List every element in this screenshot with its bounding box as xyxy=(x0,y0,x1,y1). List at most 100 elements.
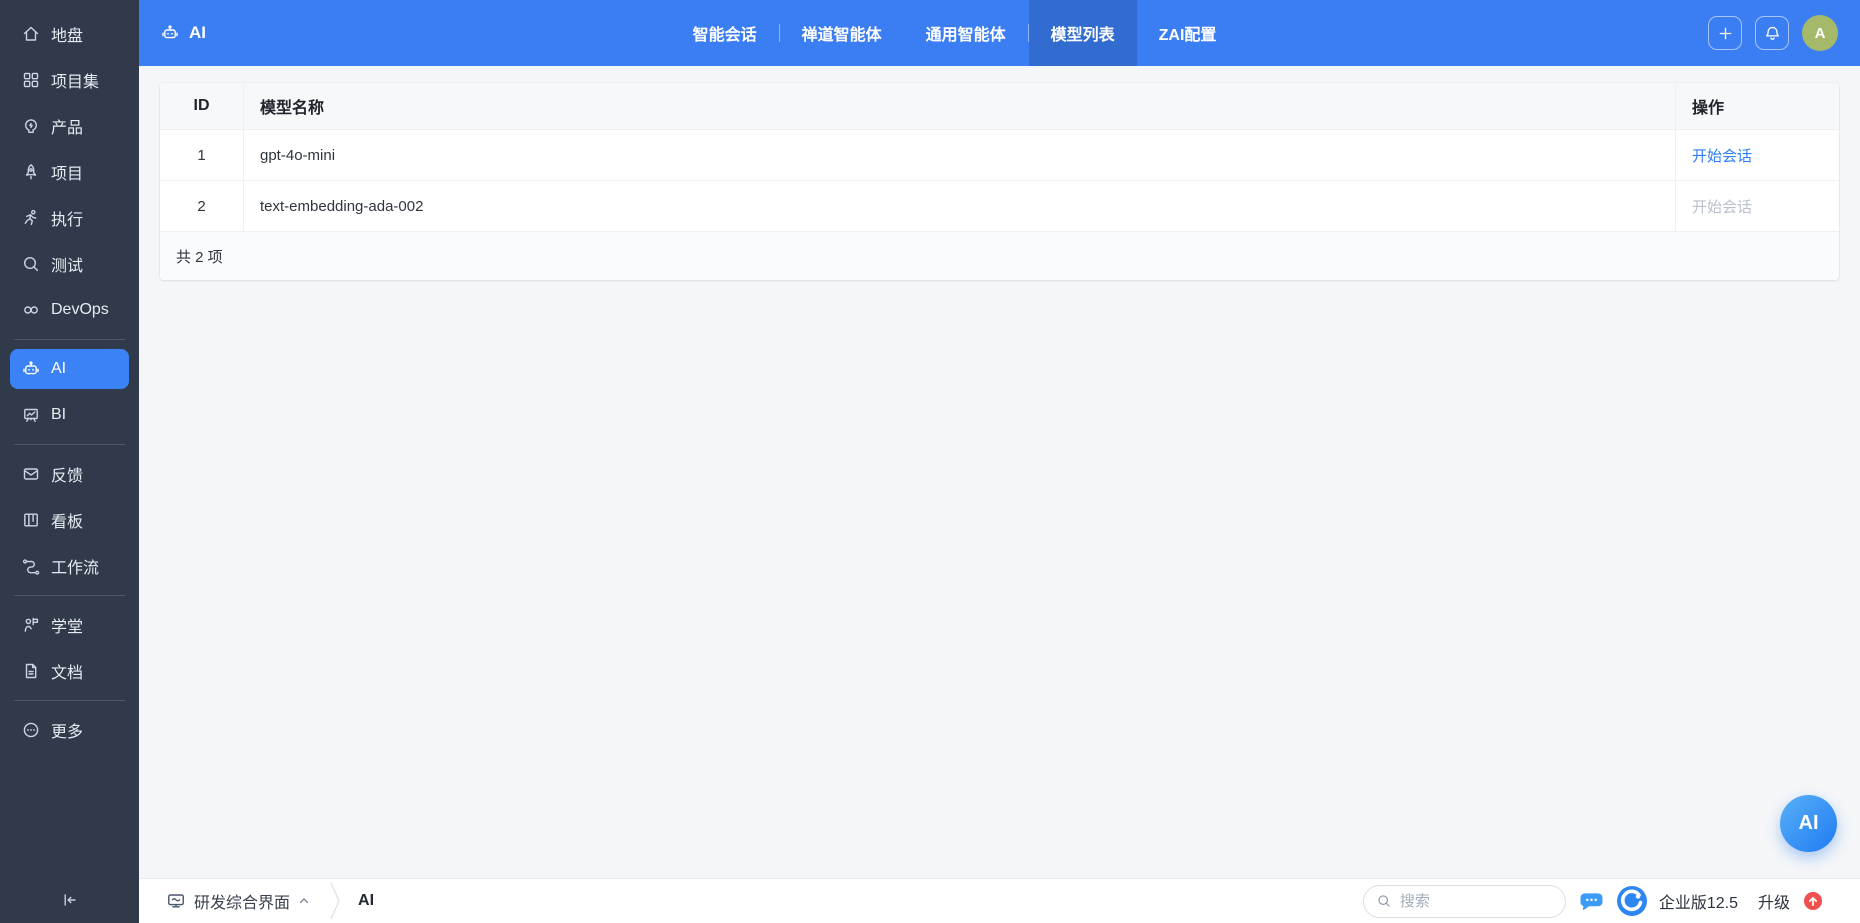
workflow-icon xyxy=(21,556,41,576)
ai-assistant-fab[interactable]: AI xyxy=(1780,795,1837,852)
avatar-letter: A xyxy=(1814,24,1826,42)
robot-icon xyxy=(21,359,41,379)
magnifier-icon xyxy=(21,254,41,274)
tab-zentao-agent[interactable]: 禅道智能体 xyxy=(780,0,904,66)
cell-id: 2 xyxy=(160,181,244,231)
workspace-switcher[interactable]: 研发综合界面 xyxy=(166,889,310,913)
tab-label: 智能会话 xyxy=(692,27,757,44)
tab-label: ZAI配置 xyxy=(1158,27,1217,44)
sidebar-item-bi[interactable]: BI xyxy=(10,395,129,435)
start-chat-link: 开始会话 xyxy=(1692,198,1753,216)
zentao-logo-icon[interactable] xyxy=(1616,886,1647,916)
doc-icon xyxy=(21,661,41,681)
monitor-icon xyxy=(166,891,186,911)
school-icon xyxy=(21,615,41,635)
start-chat-link[interactable]: 开始会话 xyxy=(1692,145,1752,166)
model-table-card: ID 模型名称 操作 1 gpt-4o-mini 开始会话 2 text-embeddi… xyxy=(160,83,1839,280)
cell-model-name: text-embedding-ada-002 xyxy=(260,197,424,215)
header-actions: A xyxy=(1708,15,1838,51)
search-box xyxy=(1362,884,1566,918)
sidebar-item-label: 测试 xyxy=(51,258,84,275)
breadcrumb-divider-icon xyxy=(329,879,341,923)
chevron-up-icon xyxy=(298,895,310,907)
table-header-row: ID 模型名称 操作 xyxy=(160,83,1839,130)
main-column: AI 智能会话 禅道智能体 通用智能体 模型列表 ZAI配置 A ID 模型名称 xyxy=(139,0,1860,923)
bottom-bar: 研发综合界面 AI 搜索 企业版12.5 升级 xyxy=(139,878,1860,923)
bottom-bar-right: 企业版12.5 升级 xyxy=(1362,884,1822,918)
sidebar-item-devops[interactable]: DevOps xyxy=(10,290,129,330)
upgrade-link[interactable]: 升级 xyxy=(1758,889,1790,913)
sidebar-item-label: DevOps xyxy=(51,301,109,318)
tab-zai-config[interactable]: ZAI配置 xyxy=(1137,0,1239,66)
sidebar-item-home[interactable]: 地盘 xyxy=(10,14,129,54)
bell-icon xyxy=(1763,24,1782,43)
sidebar-item-label: 工作流 xyxy=(51,560,100,577)
sidebar-item-label: 地盘 xyxy=(51,28,84,45)
sidebar-item-doc[interactable]: 文档 xyxy=(10,651,129,691)
sidebar-item-more[interactable]: 更多 xyxy=(10,710,129,750)
tab-label: 通用智能体 xyxy=(925,27,1006,44)
avatar[interactable]: A xyxy=(1802,15,1838,51)
collapse-icon xyxy=(60,890,80,913)
sidebar-item-label: 反馈 xyxy=(51,468,84,485)
sidebar-item-workflow[interactable]: 工作流 xyxy=(10,546,129,586)
app-title: AI xyxy=(160,23,206,43)
runner-icon xyxy=(21,208,41,228)
sidebar-collapse-button[interactable] xyxy=(0,890,139,913)
sidebar-divider xyxy=(14,595,125,596)
notifications-button[interactable] xyxy=(1755,16,1789,50)
sidebar-item-school[interactable]: 学堂 xyxy=(10,605,129,645)
board-icon xyxy=(21,405,41,425)
search-input[interactable] xyxy=(1399,892,1553,910)
home-icon xyxy=(21,24,41,44)
sidebar-divider xyxy=(14,444,125,445)
cell-model-name: gpt-4o-mini xyxy=(260,146,336,164)
app-title-label: AI xyxy=(189,23,206,42)
plus-icon xyxy=(1716,24,1735,43)
column-header-actions: 操作 xyxy=(1675,83,1839,129)
app-root: 地盘项目集产品项目执行测试 DevOps AI BI 反馈看板工作流学堂文档更多 AI … xyxy=(0,0,1860,923)
sidebar-item-kanban[interactable]: 看板 xyxy=(10,500,129,540)
table-body: 1 gpt-4o-mini 开始会话 2 text-embedding-ada-002 开… xyxy=(160,130,1839,232)
sidebar-item-feedback[interactable]: 反馈 xyxy=(10,454,129,494)
bulb-icon xyxy=(21,116,41,136)
table-row: 1 gpt-4o-mini 开始会话 xyxy=(160,130,1839,181)
sidebar: 地盘项目集产品项目执行测试 DevOps AI BI 反馈看板工作流学堂文档更多 xyxy=(0,0,139,923)
sidebar-item-label: AI xyxy=(51,360,67,377)
cell-action: 开始会话 xyxy=(1675,130,1839,180)
rocket-icon xyxy=(21,162,41,182)
sidebar-item-product[interactable]: 产品 xyxy=(10,106,129,146)
tab-label: 禅道智能体 xyxy=(801,27,882,44)
more-icon xyxy=(21,720,41,740)
sidebar-item-label: 项目 xyxy=(51,166,84,183)
breadcrumb-current[interactable]: AI xyxy=(358,892,374,910)
sidebar-item-ai[interactable]: AI xyxy=(10,349,129,389)
cell-id: 1 xyxy=(160,130,244,180)
chat-bubble-icon[interactable] xyxy=(1580,892,1603,911)
sidebar-item-project[interactable]: 项目 xyxy=(10,152,129,192)
sidebar-item-label: 学堂 xyxy=(51,619,84,636)
tab-model-list[interactable]: 模型列表 xyxy=(1028,0,1137,66)
sidebar-item-qa[interactable]: 测试 xyxy=(10,244,129,284)
robot-icon xyxy=(160,23,180,43)
content-area: ID 模型名称 操作 1 gpt-4o-mini 开始会话 2 text-embeddi… xyxy=(139,66,1860,878)
sidebar-item-label: 产品 xyxy=(51,120,84,137)
top-header: AI 智能会话 禅道智能体 通用智能体 模型列表 ZAI配置 A xyxy=(139,0,1860,66)
sidebar-item-label: BI xyxy=(51,406,67,423)
sidebar-item-execution[interactable]: 执行 xyxy=(10,198,129,238)
column-header-id: ID xyxy=(160,83,244,129)
edition-label: 企业版12.5 xyxy=(1658,895,1738,912)
grid-icon xyxy=(21,70,41,90)
upgrade-badge-icon[interactable] xyxy=(1804,892,1822,910)
total-count-label: 共 2 项 xyxy=(176,248,223,266)
sidebar-divider xyxy=(14,339,125,340)
feedback-icon xyxy=(21,464,41,484)
create-button[interactable] xyxy=(1708,16,1742,50)
sidebar-item-label: 看板 xyxy=(51,514,84,531)
tab-general-agent[interactable]: 通用智能体 xyxy=(904,0,1028,66)
sidebar-item-program[interactable]: 项目集 xyxy=(10,60,129,100)
sidebar-items: 地盘项目集产品项目执行测试 DevOps AI BI 反馈看板工作流学堂文档更多 xyxy=(0,14,139,750)
tab-smart-chat[interactable]: 智能会话 xyxy=(671,0,779,66)
infinity-icon xyxy=(21,300,41,320)
sidebar-item-label: 项目集 xyxy=(51,74,100,91)
